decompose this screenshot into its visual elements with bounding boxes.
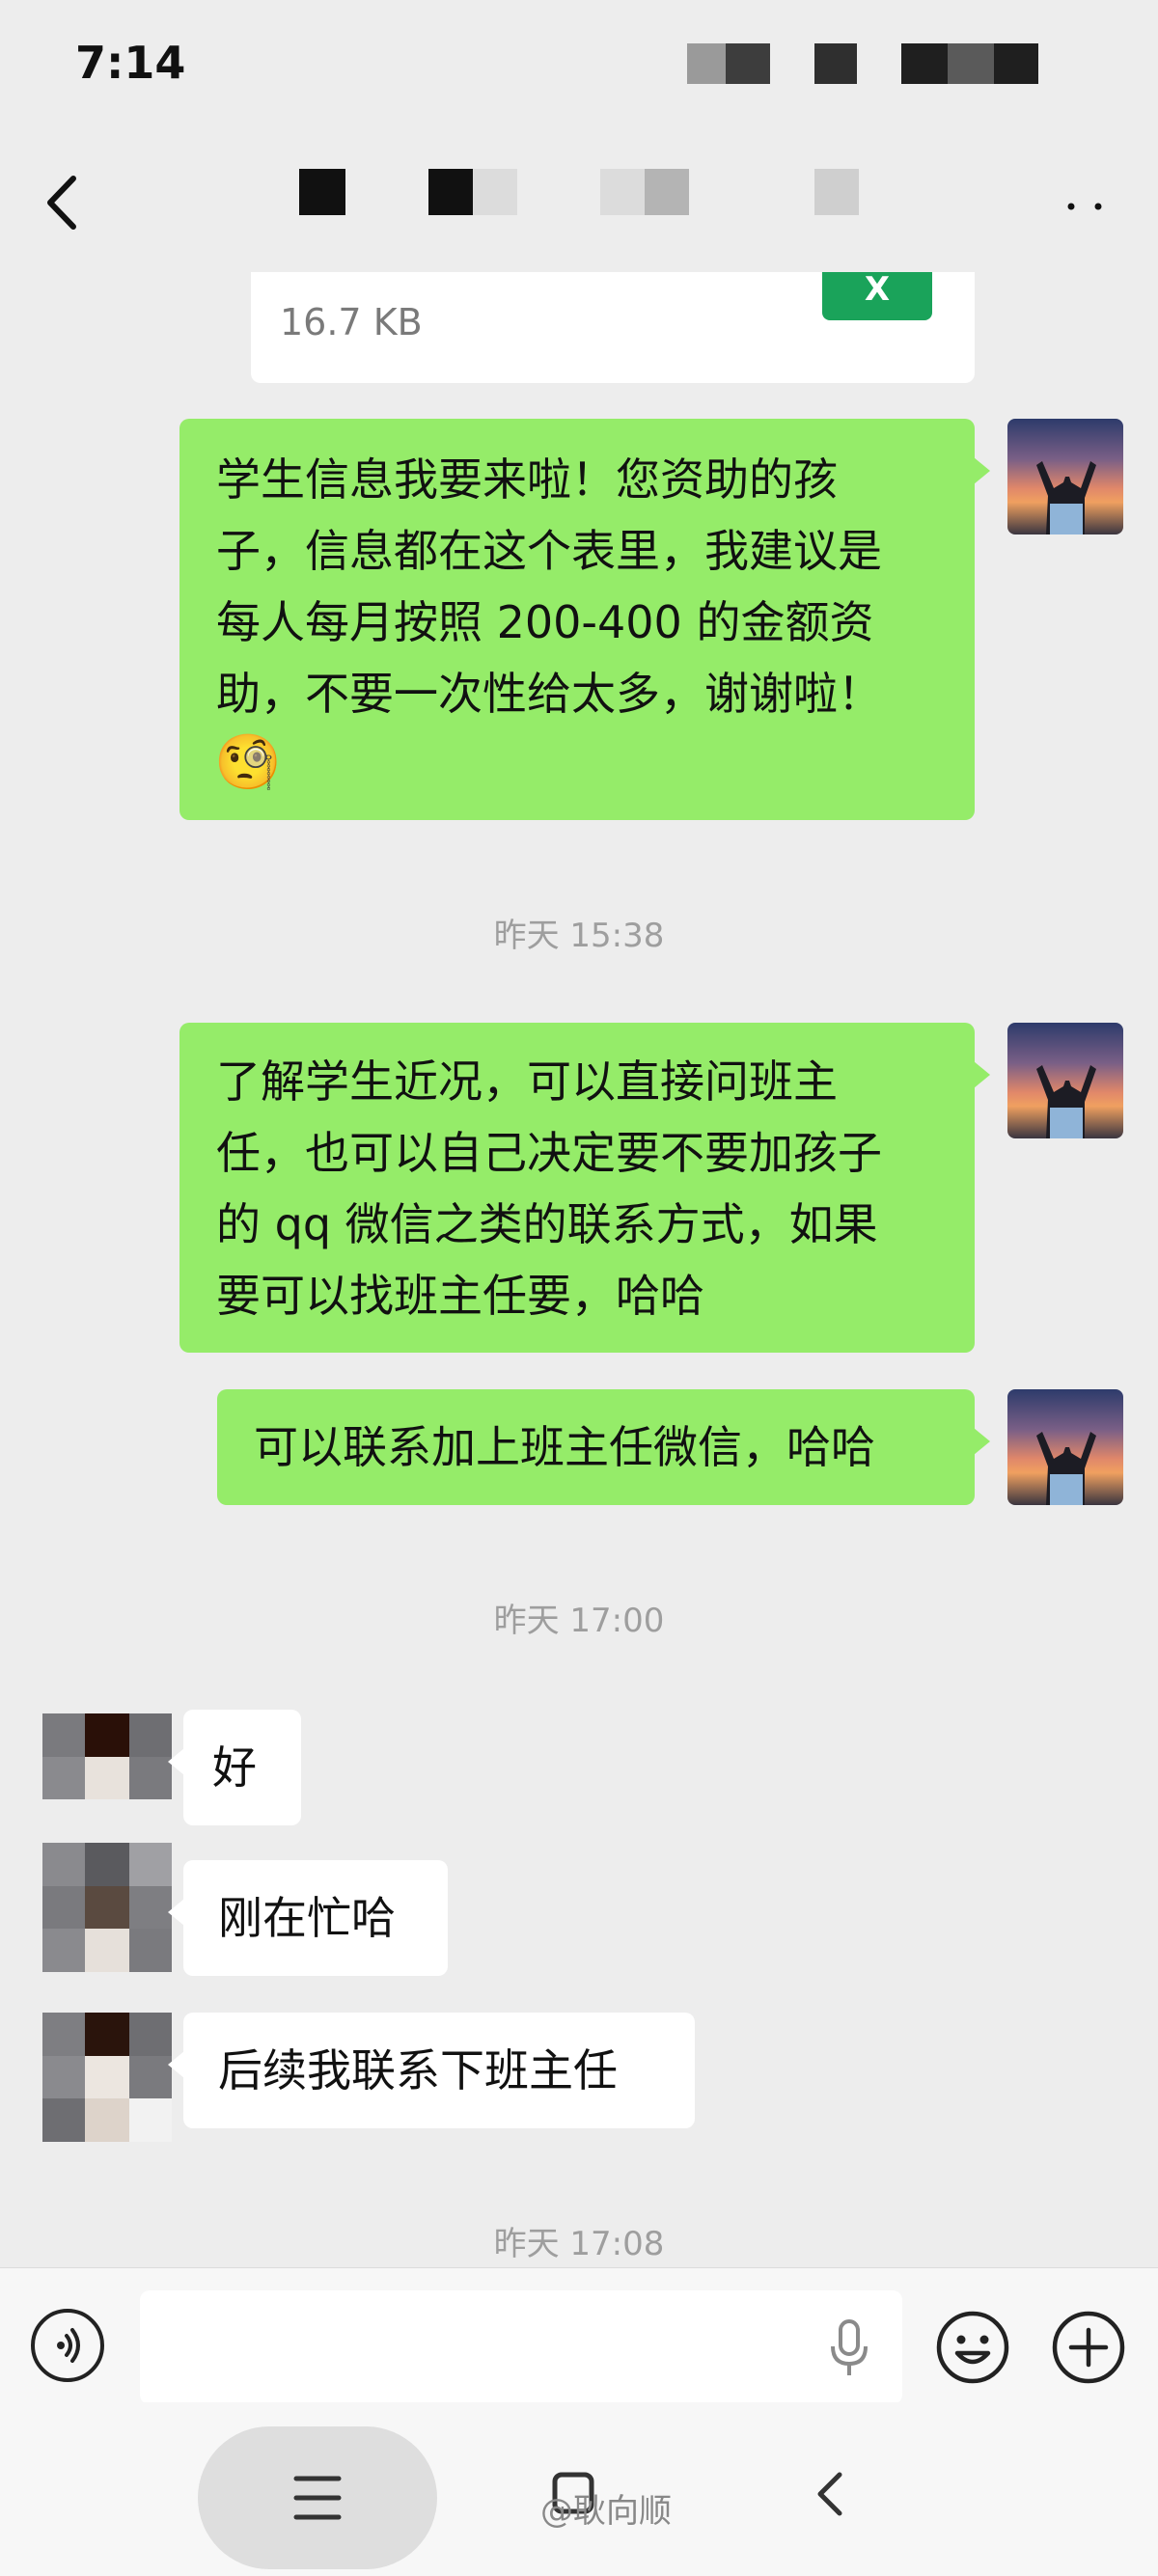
- back-arrow-icon[interactable]: [39, 169, 87, 236]
- add-attachment-icon[interactable]: [1050, 2309, 1127, 2386]
- message-bubble-received[interactable]: 好: [168, 1710, 301, 1825]
- message-text: 后续我联系下班主任: [218, 2044, 618, 2096]
- message-timestamp: 昨天 17:00: [493, 1602, 665, 1640]
- message-bubble-sent[interactable]: 了解学生近况，可以直接问班主 任，也可以自己决定要不要加孩子 的 qq 微信之类…: [179, 1023, 990, 1353]
- message-text: 刚在忙哈: [218, 1892, 396, 1944]
- voice-input-icon[interactable]: [31, 2309, 104, 2382]
- message-timestamp: 昨天 15:38: [493, 917, 665, 955]
- message-text: 了解学生近况，可以直接问班主 任，也可以自己决定要不要加孩子 的 qq 微信之类…: [216, 1055, 882, 1322]
- more-options-icon[interactable]: [1062, 183, 1110, 222]
- contact-avatar[interactable]: [42, 1843, 172, 1972]
- microphone-icon[interactable]: [825, 2317, 873, 2379]
- message-timestamp: 昨天 17:08: [493, 2225, 665, 2263]
- message-bubble-sent[interactable]: 学生信息我要来啦！您资助的孩 子，信息都在这个表里，我建议是 每人每月按照 20…: [179, 419, 990, 820]
- message-bubble-received[interactable]: 刚在忙哈: [168, 1860, 448, 1976]
- message-text: 好: [212, 1741, 257, 1794]
- message-input[interactable]: [140, 2290, 902, 2404]
- message-text: 学生信息我要来啦！您资助的孩 子，信息都在这个表里，我建议是 每人每月按照 20…: [216, 453, 882, 720]
- status-icons-pixelated: [687, 43, 1073, 84]
- message-bubble-sent[interactable]: 可以联系加上班主任微信，哈哈: [217, 1389, 990, 1505]
- watermark-text: @耿向顺: [540, 2492, 672, 2531]
- emoji-icon[interactable]: [934, 2309, 1011, 2386]
- my-avatar[interactable]: [1007, 1023, 1123, 1138]
- menu-icon: [293, 2476, 342, 2520]
- contact-avatar[interactable]: [42, 1713, 172, 1843]
- recent-apps-button[interactable]: [198, 2426, 437, 2569]
- chat-title-pixelated: [299, 169, 878, 217]
- excel-icon: X: [822, 272, 932, 320]
- message-text: 可以联系加上班主任微信，哈哈: [254, 1421, 875, 1473]
- message-bubble-received[interactable]: 后续我联系下班主任: [168, 2013, 695, 2128]
- contact-avatar[interactable]: [42, 2013, 172, 2142]
- my-avatar[interactable]: [1007, 1389, 1123, 1505]
- my-avatar[interactable]: [1007, 419, 1123, 534]
- smirk-emoji-icon: 🧐: [214, 731, 282, 794]
- status-bar: 7:14: [0, 0, 1158, 125]
- system-back-icon[interactable]: [813, 2470, 847, 2518]
- file-size: 16.7 KB: [280, 301, 423, 343]
- status-time: 7:14: [75, 37, 186, 89]
